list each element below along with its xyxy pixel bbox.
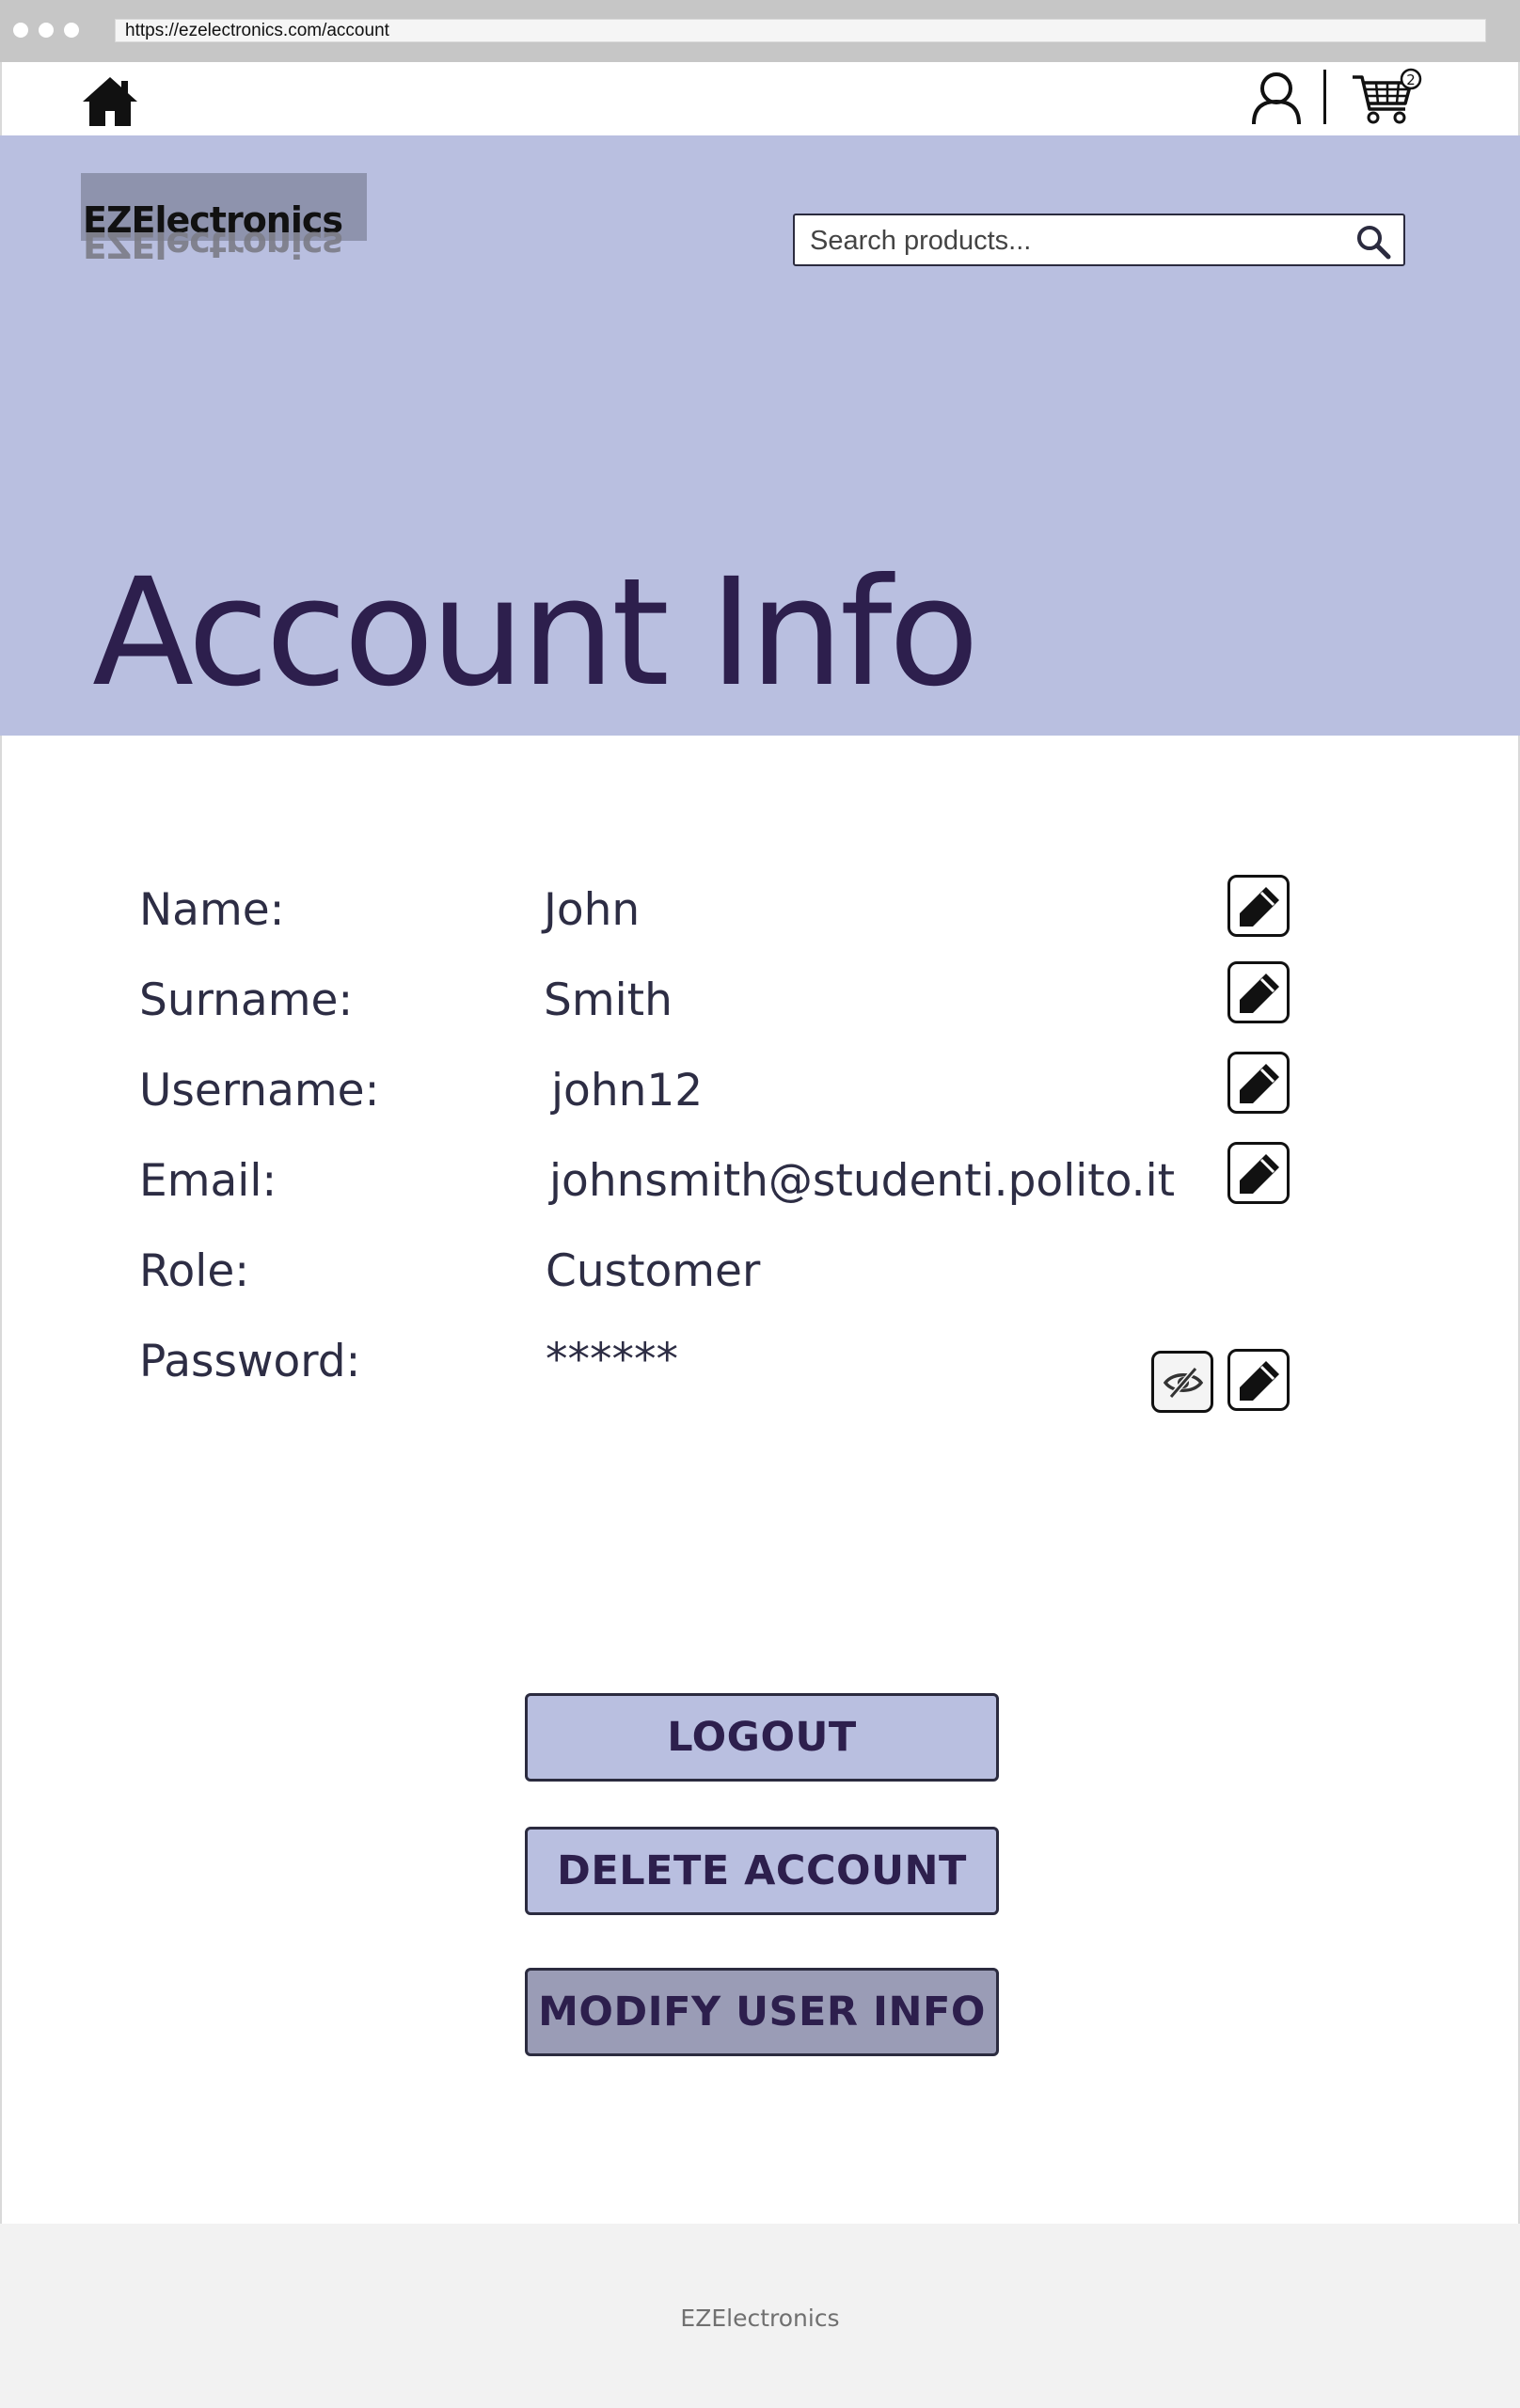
email-value: johnsmith@studenti.polito.it — [549, 1155, 1176, 1207]
edit-email-button[interactable] — [1227, 1142, 1290, 1204]
password-value: ****** — [546, 1334, 678, 1386]
edit-username-button[interactable] — [1227, 1052, 1290, 1114]
modify-user-info-button[interactable]: MODIFY USER INFO — [525, 1968, 999, 2056]
search-box — [793, 214, 1405, 266]
window-minimize-dot[interactable] — [39, 23, 54, 38]
search-input[interactable] — [810, 225, 1337, 257]
pencil-icon — [1240, 974, 1279, 1013]
home-icon[interactable] — [81, 73, 139, 128]
toggle-password-visibility-button[interactable] — [1151, 1351, 1213, 1413]
footer: EZElectronics — [0, 2224, 1520, 2408]
cart-icon[interactable]: 2 — [1351, 68, 1426, 128]
pencil-icon — [1240, 1154, 1279, 1194]
page-title: Account Info — [92, 547, 979, 720]
address-bar[interactable]: https://ezelectronics.com/account — [115, 19, 1486, 42]
logo[interactable]: EZElectronics EZElectronics — [81, 173, 367, 265]
top-nav: 2 — [0, 62, 1520, 135]
name-value: John — [544, 884, 641, 936]
browser-bar: https://ezelectronics.com/account — [0, 0, 1520, 62]
pencil-icon — [1240, 887, 1279, 927]
window-maximize-dot[interactable] — [64, 23, 79, 38]
username-value: john12 — [551, 1065, 704, 1117]
surname-value: Smith — [544, 974, 673, 1026]
name-label: Name: — [139, 884, 285, 936]
eye-off-icon — [1164, 1367, 1203, 1399]
username-label: Username: — [139, 1065, 380, 1117]
nav-divider — [1323, 70, 1326, 124]
search-icon[interactable] — [1354, 223, 1392, 261]
hero-header: EZElectronics EZElectronics Account Info — [0, 135, 1520, 736]
cart-count-badge: 2 — [1406, 71, 1416, 88]
role-value: Customer — [546, 1245, 761, 1297]
delete-account-button[interactable]: DELETE ACCOUNT — [525, 1827, 999, 1915]
footer-text: EZElectronics — [680, 2305, 840, 2332]
pencil-icon — [1240, 1361, 1279, 1401]
logout-button[interactable]: LOGOUT — [525, 1693, 999, 1782]
surname-label: Surname: — [139, 974, 354, 1026]
account-info-panel: Name: John Surname: Smith Username: john… — [0, 736, 1520, 2224]
user-icon[interactable] — [1249, 70, 1304, 126]
logo-reflection: EZElectronics — [83, 224, 343, 265]
window-close-dot[interactable] — [13, 23, 28, 38]
edit-surname-button[interactable] — [1227, 961, 1290, 1023]
email-label: Email: — [139, 1155, 277, 1207]
role-label: Role: — [139, 1245, 250, 1297]
pencil-icon — [1240, 1064, 1279, 1103]
edit-name-button[interactable] — [1227, 875, 1290, 937]
password-label: Password: — [139, 1336, 361, 1387]
edit-password-button[interactable] — [1227, 1349, 1290, 1411]
